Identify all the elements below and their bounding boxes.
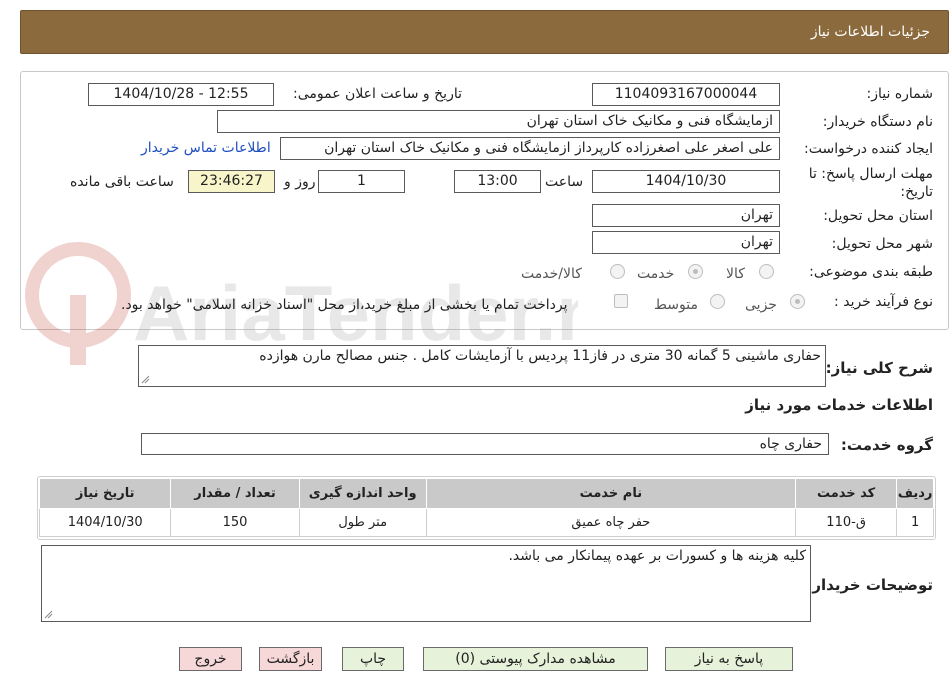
- cell-quantity: 150: [170, 508, 300, 537]
- description-label: شرح کلی نیاز:: [825, 359, 933, 377]
- column-header-unit: واحد اندازه گیری: [298, 478, 427, 509]
- buyer-contact-link[interactable]: اطلاعات تماس خریدار: [141, 140, 271, 156]
- requester-field: علی اصغر علی اصغرزاده کارپرداز ازمایشگاه…: [280, 137, 780, 160]
- process-option-minor: جزیی: [745, 297, 777, 313]
- category-option-goods-service: کالا/خدمت: [521, 266, 582, 282]
- reply-button[interactable]: پاسخ به نیاز: [665, 647, 793, 671]
- buyer-notes-label: توضیحات خریدار:: [806, 576, 933, 594]
- city-label: شهر محل تحویل:: [831, 236, 933, 252]
- table-header-row: ردیف کد خدمت نام خدمت واحد اندازه گیری ت…: [38, 478, 934, 509]
- exit-button[interactable]: خروج: [179, 647, 242, 671]
- category-radio-goods[interactable]: [759, 264, 774, 279]
- column-header-need-date: تاریخ نیاز: [38, 478, 172, 509]
- province-field: تهران: [592, 204, 780, 227]
- cell-unit: متر طول: [298, 508, 427, 537]
- need-number-field: 1104093167000044: [592, 83, 780, 106]
- category-option-goods: کالا: [726, 266, 745, 282]
- page-header: جزئیات اطلاعات نیاز: [20, 10, 949, 54]
- print-button[interactable]: چاپ: [342, 647, 404, 671]
- announce-field: 1404/10/28 - 12:55: [88, 83, 274, 106]
- days-field: 1: [318, 170, 405, 193]
- process-label: نوع فرآیند خرید :: [834, 294, 933, 310]
- page-title: جزئیات اطلاعات نیاز: [810, 24, 930, 40]
- view-attachments-button[interactable]: مشاهده مدارک پیوستی (0): [423, 647, 648, 671]
- province-label: استان محل تحویل:: [823, 208, 933, 224]
- requester-label: ایجاد کننده درخواست:: [804, 141, 933, 157]
- service-group-field: حفاری چاه: [141, 433, 829, 455]
- cell-service-name: حفر چاه عمیق: [425, 508, 796, 537]
- cell-service-code: ق-110: [794, 508, 898, 537]
- cell-row-number: 1: [896, 508, 934, 537]
- column-header-service-code: کد خدمت: [794, 478, 898, 509]
- deadline-time-label: ساعت: [545, 174, 584, 190]
- remaining-time-field: 23:46:27: [188, 170, 275, 193]
- days-label: روز و: [284, 174, 316, 190]
- process-radio-minor[interactable]: [790, 294, 805, 309]
- need-number-label: شماره نیاز:: [866, 86, 934, 102]
- buyer-notes-text: کلیه هزینه ها و کسورات بر عهده پیمانکار …: [508, 548, 806, 564]
- resize-grip-icon[interactable]: [141, 375, 150, 384]
- buyer-notes-textarea: کلیه هزینه ها و کسورات بر عهده پیمانکار …: [41, 545, 811, 622]
- city-field: تهران: [592, 231, 780, 254]
- deadline-date-field: 1404/10/30: [592, 170, 780, 193]
- services-table: ردیف کد خدمت نام خدمت واحد اندازه گیری ت…: [38, 478, 934, 537]
- deadline-time-field: 13:00: [454, 170, 541, 193]
- description-text: حفاری ماشینی 5 گمانه 30 متری در فاز11 پر…: [259, 348, 821, 364]
- column-header-row-number: ردیف: [896, 478, 934, 509]
- column-header-quantity: تعداد / مقدار: [170, 478, 300, 509]
- category-radio-goods-service[interactable]: [610, 264, 625, 279]
- resize-grip-icon[interactable]: [44, 610, 53, 619]
- buyer-org-field: ازمایشگاه فنی و مکانیک خاک استان تهران: [217, 110, 780, 133]
- buyer-org-label: نام دستگاه خریدار:: [822, 114, 933, 130]
- deadline-label: مهلت ارسال پاسخ: تا: [808, 166, 933, 182]
- category-label: طبقه بندی موضوعی:: [809, 264, 933, 280]
- treasury-checkbox[interactable]: [614, 294, 628, 308]
- category-radio-service[interactable]: [688, 264, 703, 279]
- cell-need-date: 1404/10/30: [38, 508, 172, 537]
- description-textarea: حفاری ماشینی 5 گمانه 30 متری در فاز11 پر…: [138, 345, 826, 387]
- services-section-title: اطلاعات خدمات مورد نیاز: [745, 396, 933, 414]
- remaining-label: ساعت باقی مانده: [70, 174, 174, 190]
- payment-note: پرداخت تمام یا بخشی از مبلغ خرید،از محل …: [121, 297, 568, 313]
- column-header-service-name: نام خدمت: [425, 478, 796, 509]
- category-option-service: خدمت: [637, 266, 675, 282]
- service-group-label: گروه خدمت:: [840, 436, 933, 454]
- table-row: 1 ق-110 حفر چاه عمیق متر طول 150 1404/10…: [38, 508, 934, 537]
- process-radio-medium[interactable]: [710, 294, 725, 309]
- process-option-medium: متوسط: [654, 297, 698, 313]
- deadline-label-2: تاریخ:: [900, 184, 933, 200]
- back-button[interactable]: بازگشت: [259, 647, 322, 671]
- announce-label: تاریخ و ساعت اعلان عمومی:: [293, 86, 462, 102]
